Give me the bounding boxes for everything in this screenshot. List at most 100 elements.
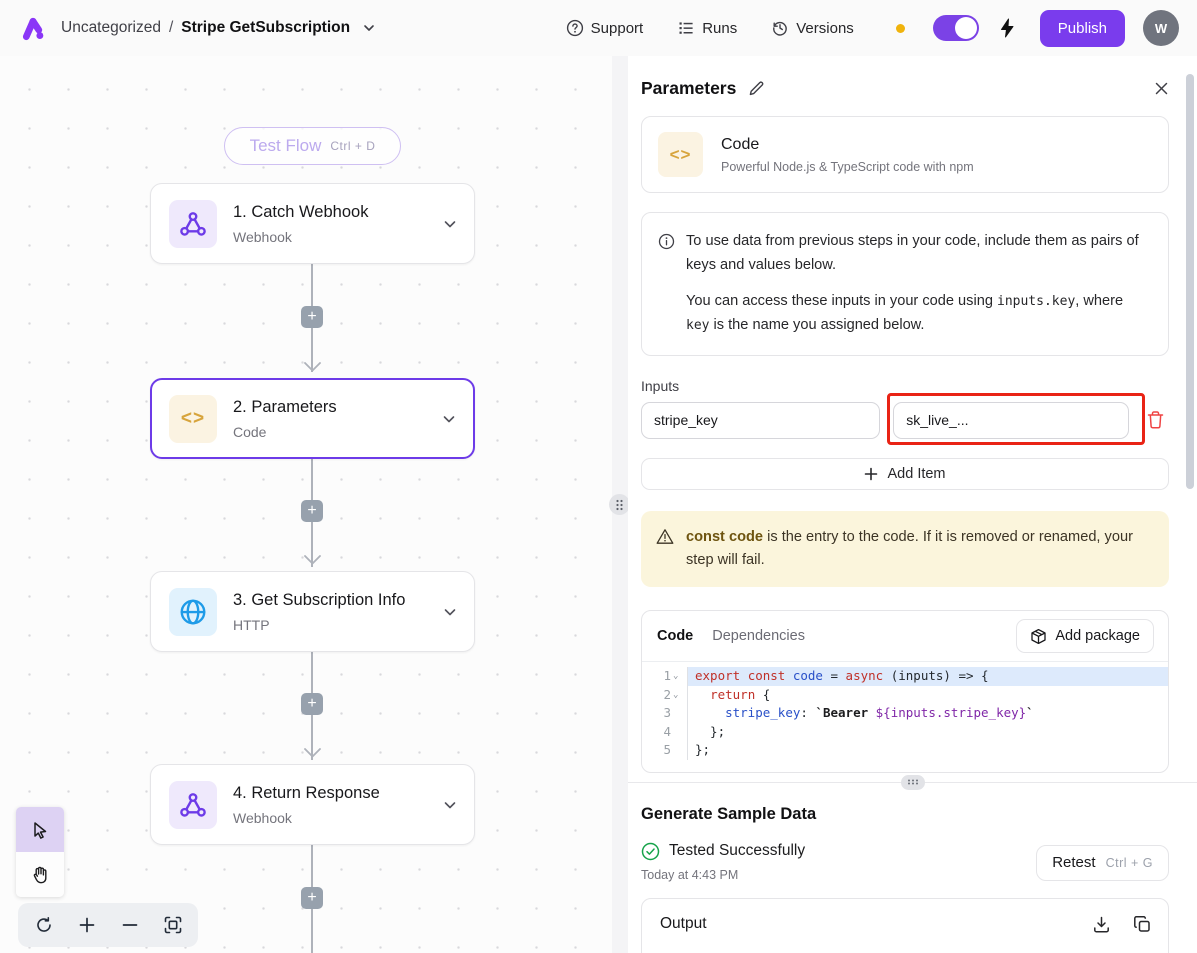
flow-canvas[interactable]: Test Flow Ctrl + D + + + + 1. Catch Webh… (0, 56, 612, 953)
runs-button[interactable]: Runs (677, 19, 737, 37)
download-output-button[interactable] (1092, 915, 1111, 934)
input-value-field[interactable] (893, 402, 1128, 439)
piece-description: Powerful Node.js & TypeScript code with … (721, 160, 974, 174)
refresh-icon (34, 915, 54, 935)
code-line[interactable]: 3 stripe_key: `Bearer ${inputs.stripe_ke… (642, 704, 1168, 723)
runs-label: Runs (702, 20, 737, 37)
fit-view-button[interactable] (151, 903, 194, 947)
add-step-button[interactable]: + (301, 306, 323, 328)
code-editor[interactable]: 1⌄export const code = async (inputs) => … (642, 661, 1168, 772)
plus-icon (864, 467, 878, 481)
reset-view-button[interactable] (22, 903, 65, 947)
divider-drag-handle[interactable] (609, 494, 630, 515)
test-flow-shortcut: Ctrl + D (330, 139, 375, 153)
code-line[interactable]: 5}; (642, 741, 1168, 760)
flow-title[interactable]: Stripe GetSubscription (181, 19, 350, 37)
add-item-label: Add Item (887, 466, 945, 482)
step-chevron-icon[interactable] (442, 604, 458, 620)
select-tool-button[interactable] (16, 807, 64, 852)
fold-chevron-icon[interactable]: ⌄ (673, 686, 683, 705)
step-chevron-icon[interactable] (442, 797, 458, 813)
code-editor-card: Code Dependencies Add package 1⌄export c… (641, 610, 1169, 773)
const-code-warning: const code is the entry to the code. If … (641, 511, 1169, 588)
instant-run-bolt-icon[interactable] (999, 18, 1016, 38)
connector-arrow-icon (304, 748, 321, 758)
code-line[interactable]: 2⌄ return { (642, 686, 1168, 705)
add-step-button[interactable]: + (301, 887, 323, 909)
step-settings-panel: Parameters <> Code Powerful Node.js & Ty… (628, 56, 1197, 953)
input-key-field[interactable] (641, 402, 880, 439)
retest-shortcut: Ctrl + G (1106, 856, 1153, 870)
rename-step-button[interactable] (748, 80, 765, 97)
fold-chevron-icon[interactable]: ⌄ (673, 667, 683, 686)
add-package-button[interactable]: Add package (1016, 619, 1154, 653)
section-resize-handle[interactable] (901, 775, 925, 790)
zoom-out-button[interactable] (108, 903, 151, 947)
inputs-key-code: inputs.key (997, 294, 1075, 309)
connector-arrow-icon (304, 555, 321, 565)
warning-text: const code is the entry to the code. If … (686, 526, 1151, 573)
code-line[interactable]: 4 }; (642, 723, 1168, 742)
fit-view-icon (163, 915, 183, 935)
step-subtitle: Webhook (233, 229, 426, 245)
help-icon (566, 19, 584, 37)
step-chevron-icon[interactable] (442, 216, 458, 232)
delete-input-button[interactable] (1142, 406, 1169, 434)
add-step-button[interactable]: + (301, 500, 323, 522)
code-editor-lines: 1⌄export const code = async (inputs) => … (642, 667, 1168, 760)
canvas-zoom-group (18, 903, 198, 947)
support-label: Support (591, 20, 644, 37)
test-flow-button[interactable]: Test Flow Ctrl + D (224, 127, 401, 165)
section-divider (628, 782, 1197, 783)
toggle-knob (955, 17, 977, 39)
close-icon (1154, 81, 1169, 96)
step-subtitle: HTTP (233, 617, 426, 633)
cursor-icon (30, 820, 50, 840)
pan-tool-button[interactable] (16, 852, 64, 897)
step-card-get-subscription-info[interactable]: 3. Get Subscription Info HTTP (150, 571, 475, 652)
test-flow-label: Test Flow (250, 136, 322, 156)
inputs-info-card: To use data from previous steps in your … (641, 212, 1169, 356)
generate-sample-data-title: Generate Sample Data (641, 805, 1169, 824)
breadcrumb: Uncategorized / Stripe GetSubscription (61, 19, 376, 37)
draft-status-dot (896, 24, 905, 33)
step-card-return-response[interactable]: 4. Return Response Webhook (150, 764, 475, 845)
retest-button[interactable]: Retest Ctrl + G (1036, 845, 1169, 881)
canvas-tool-group (16, 807, 64, 897)
panel-resize-divider[interactable] (612, 56, 628, 953)
add-item-button[interactable]: Add Item (641, 458, 1169, 490)
publish-button[interactable]: Publish (1040, 10, 1125, 47)
step-card-catch-webhook[interactable]: 1. Catch Webhook Webhook (150, 183, 475, 264)
panel-scrollbar-thumb[interactable] (1186, 74, 1194, 489)
code-line[interactable]: 1⌄export const code = async (inputs) => … (642, 667, 1168, 686)
activepieces-logo-icon[interactable] (20, 15, 47, 42)
webhook-icon (169, 781, 217, 829)
close-panel-button[interactable] (1154, 81, 1169, 96)
output-title: Output (660, 915, 707, 933)
download-icon (1092, 915, 1111, 934)
step-title: 3. Get Subscription Info (233, 591, 426, 610)
test-timestamp: Today at 4:43 PM (641, 868, 1036, 882)
flow-enabled-toggle[interactable] (933, 15, 979, 41)
breadcrumb-category[interactable]: Uncategorized (61, 19, 161, 37)
trash-icon (1146, 410, 1165, 430)
step-card-parameters[interactable]: <> 2. Parameters Code (150, 378, 475, 459)
flow-menu-chevron-icon[interactable] (362, 21, 376, 35)
versions-button[interactable]: Versions (771, 19, 854, 37)
key-code: key (686, 318, 709, 333)
plus-icon (78, 916, 96, 934)
tab-dependencies[interactable]: Dependencies (712, 628, 805, 644)
grip-dots-icon (907, 779, 919, 785)
copy-output-button[interactable] (1133, 915, 1152, 934)
support-button[interactable]: Support (566, 19, 644, 37)
add-step-button[interactable]: + (301, 693, 323, 715)
panel-title: Parameters (641, 78, 736, 99)
package-icon (1030, 628, 1047, 645)
success-check-icon (641, 842, 660, 861)
runs-icon (677, 19, 695, 37)
user-avatar[interactable]: W (1143, 10, 1179, 46)
tab-code[interactable]: Code (657, 628, 693, 644)
versions-history-icon (771, 19, 789, 37)
step-chevron-icon[interactable] (441, 411, 457, 427)
zoom-in-button[interactable] (65, 903, 108, 947)
